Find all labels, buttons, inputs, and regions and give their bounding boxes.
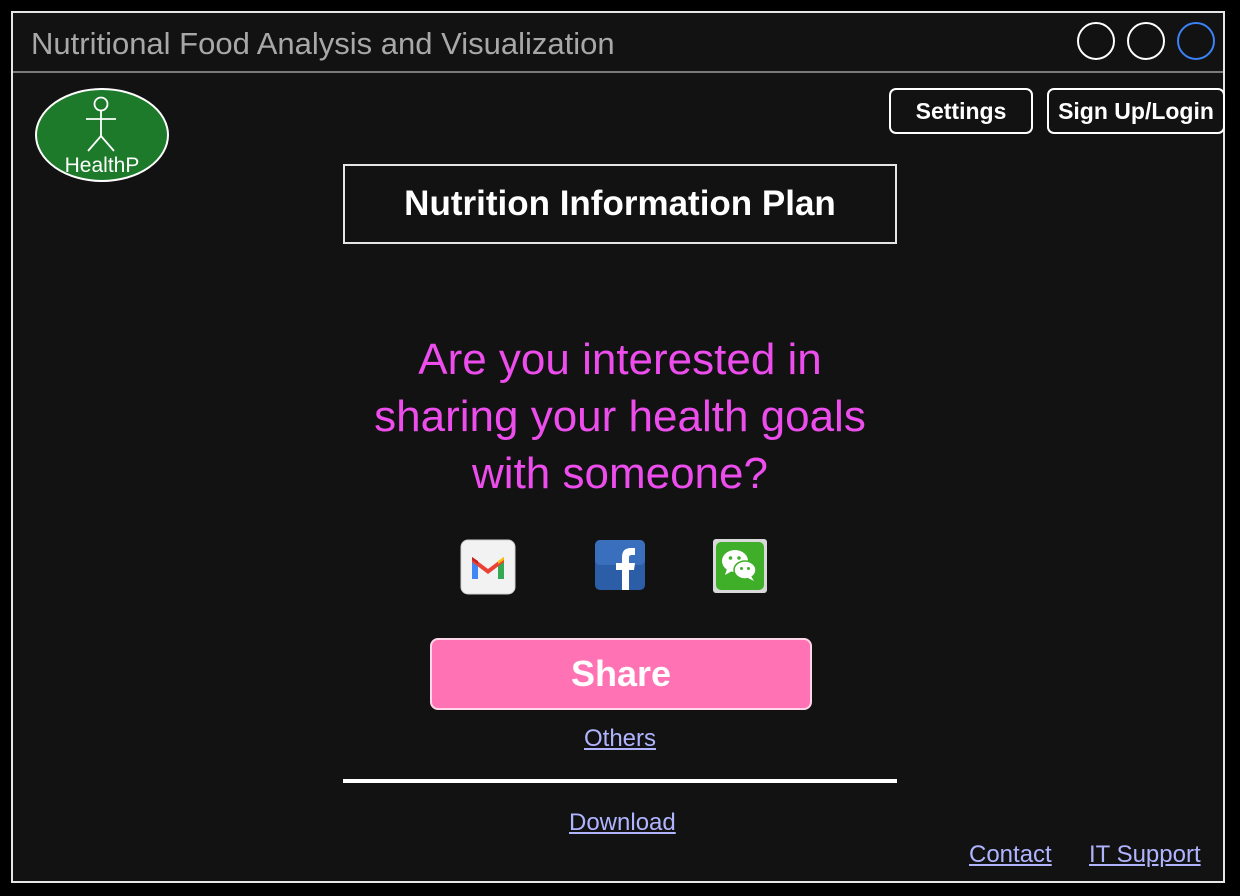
question-line: sharing your health goals (374, 392, 866, 441)
close-button[interactable] (1177, 22, 1215, 60)
download-link[interactable]: Download (569, 809, 676, 837)
title-bar: Nutritional Food Analysis and Visualizat… (13, 13, 1223, 73)
logo-text: HealthP (65, 154, 140, 177)
facebook-icon[interactable] (595, 540, 645, 590)
healthp-logo[interactable]: HealthP (35, 88, 169, 182)
gmail-icon[interactable] (460, 539, 516, 595)
settings-button[interactable]: Settings (889, 88, 1033, 134)
others-link[interactable]: Others (584, 725, 656, 753)
minimize-button[interactable] (1077, 22, 1115, 60)
page-title: Nutrition Information Plan (343, 164, 897, 244)
it-support-link[interactable]: IT Support (1089, 841, 1201, 869)
question-line: Are you interested in (418, 335, 822, 384)
app-title: Nutritional Food Analysis and Visualizat… (31, 26, 615, 61)
question-line: with someone? (472, 449, 768, 498)
share-question: Are you interested in sharing your healt… (313, 331, 927, 502)
share-button[interactable]: Share (430, 638, 812, 710)
maximize-button[interactable] (1127, 22, 1165, 60)
contact-link[interactable]: Contact (969, 841, 1052, 869)
app-window: Nutritional Food Analysis and Visualizat… (11, 11, 1225, 883)
divider (343, 779, 897, 783)
wechat-icon[interactable] (713, 539, 767, 593)
page-title-label: Nutrition Information Plan (404, 184, 836, 223)
sign-up-login-button[interactable]: Sign Up/Login (1047, 88, 1225, 134)
